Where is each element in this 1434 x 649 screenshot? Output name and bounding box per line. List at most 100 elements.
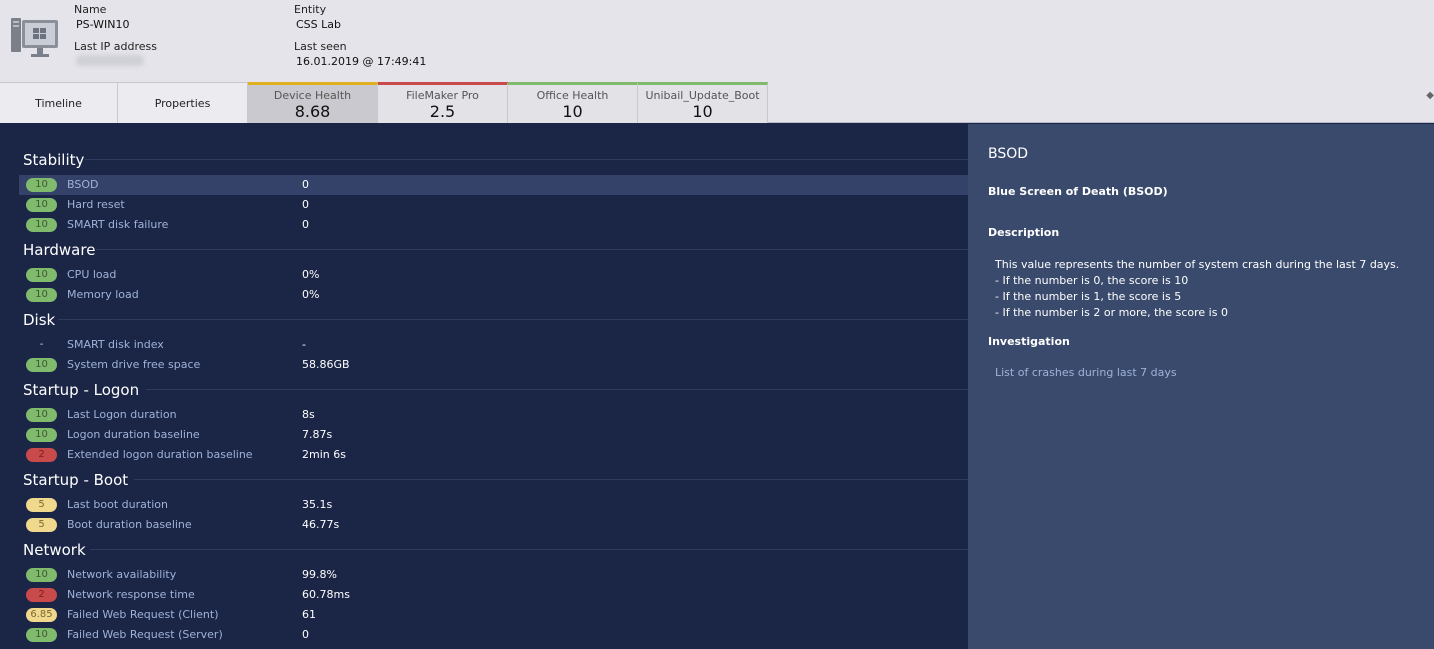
- section-title-hardware: Hardware: [23, 241, 96, 259]
- section-divider: [58, 319, 968, 320]
- tab-bar: Timeline Properties Device Health 8.68 F…: [0, 82, 1434, 123]
- score-badge: 10: [26, 358, 57, 372]
- score-badge: 10: [26, 628, 57, 642]
- detail-subtitle: Blue Screen of Death (BSOD): [988, 185, 1168, 198]
- score-badge: 10: [26, 218, 57, 232]
- metric-row-cpu-load[interactable]: 10 CPU load 0%: [19, 265, 968, 285]
- metric-name: Memory load: [67, 288, 139, 301]
- pin-icon[interactable]: ◆: [1426, 90, 1434, 101]
- tab-filemaker-pro[interactable]: FileMaker Pro 2.5: [378, 82, 508, 123]
- computer-icon: [11, 18, 58, 57]
- section-divider: [85, 159, 968, 160]
- metric-row-smart-disk-failure[interactable]: 10 SMART disk failure 0: [19, 215, 968, 235]
- metric-name: Network response time: [67, 588, 195, 601]
- metric-row-failed-web-request-client[interactable]: 6.85 Failed Web Request (Client) 61: [19, 605, 968, 625]
- metric-value: 99.8%: [302, 568, 337, 581]
- section-title-startup-boot: Startup - Boot: [23, 471, 129, 489]
- score-badge: 10: [26, 408, 57, 422]
- metric-value: 0: [302, 628, 309, 641]
- metric-row-last-boot-duration[interactable]: 5 Last boot duration 35.1s: [19, 495, 968, 515]
- detail-title: BSOD: [988, 146, 1029, 162]
- tab-label: Timeline: [35, 97, 82, 110]
- description-line: - If the number is 1, the score is 5: [995, 290, 1182, 303]
- tab-score: 10: [562, 102, 583, 121]
- metric-value: 35.1s: [302, 498, 333, 511]
- section-title-stability: Stability: [23, 151, 85, 169]
- detail-panel: BSOD Blue Screen of Death (BSOD) Descrip…: [968, 124, 1434, 649]
- score-badge: 10: [26, 198, 57, 212]
- tab-timeline[interactable]: Timeline: [0, 82, 118, 123]
- score-badge: 2: [26, 588, 57, 602]
- metric-value: 2min 6s: [302, 448, 346, 461]
- metric-row-hard-reset[interactable]: 10 Hard reset 0: [19, 195, 968, 215]
- name-label: Name: [74, 3, 107, 16]
- tab-label: Office Health: [536, 89, 609, 102]
- entity-value: CSS Lab: [296, 18, 341, 31]
- metric-value: 7.87s: [302, 428, 333, 441]
- metric-name: SMART disk index: [67, 338, 164, 351]
- investigation-link[interactable]: List of crashes during last 7 days: [995, 366, 1177, 379]
- metric-row-logon-duration-baseline[interactable]: 10 Logon duration baseline 7.87s: [19, 425, 968, 445]
- score-badge: 5: [26, 518, 57, 532]
- metric-name: Last boot duration: [67, 498, 168, 511]
- metric-row-extended-logon-duration-baseline[interactable]: 2 Extended logon duration baseline 2min …: [19, 445, 968, 465]
- tab-label: FileMaker Pro: [406, 89, 479, 102]
- metric-value: 8s: [302, 408, 315, 421]
- tab-score: 10: [692, 102, 713, 121]
- description-line: - If the number is 0, the score is 10: [995, 274, 1189, 287]
- tab-label: Device Health: [273, 89, 352, 102]
- metric-name: Logon duration baseline: [67, 428, 200, 441]
- section-divider: [134, 479, 968, 480]
- tab-unibail-update-boot[interactable]: Unibail_Update_Boot 10: [638, 82, 768, 123]
- investigation-heading: Investigation: [988, 335, 1070, 348]
- metric-name: BSOD: [67, 178, 99, 191]
- score-badge: 10: [26, 268, 57, 282]
- entity-label: Entity: [294, 3, 327, 16]
- metric-value: 46.77s: [302, 518, 340, 531]
- metric-name: System drive free space: [67, 358, 201, 371]
- metric-name: CPU load: [67, 268, 117, 281]
- metrics-list: Stability 10 BSOD 0 10 Hard reset 0 10 S…: [0, 124, 968, 649]
- section-divider: [90, 549, 968, 550]
- section-divider: [146, 389, 968, 390]
- ip-value-redacted: [76, 55, 144, 66]
- metric-value: 0%: [302, 268, 320, 281]
- metric-value: 0: [302, 178, 309, 191]
- device-name: PS-WIN10: [76, 18, 130, 31]
- last-seen-value: 16.01.2019 @ 17:49:41: [296, 55, 427, 68]
- description-line: - If the number is 2 or more, the score …: [995, 306, 1228, 319]
- metric-name: Hard reset: [67, 198, 125, 211]
- metric-name: Network availability: [67, 568, 177, 581]
- ip-label: Last IP address: [74, 40, 157, 53]
- metric-row-system-drive-free-space[interactable]: 10 System drive free space 58.86GB: [19, 355, 968, 375]
- metric-row-failed-web-request-server[interactable]: 10 Failed Web Request (Server) 0: [19, 625, 968, 645]
- section-divider: [96, 249, 968, 250]
- metric-value: 0: [302, 218, 309, 231]
- metric-row-memory-load[interactable]: 10 Memory load 0%: [19, 285, 968, 305]
- metric-value: 0: [302, 198, 309, 211]
- metric-row-boot-duration-baseline[interactable]: 5 Boot duration baseline 46.77s: [19, 515, 968, 535]
- metric-row-bsod[interactable]: 10 BSOD 0: [19, 175, 968, 195]
- metric-row-smart-disk-index[interactable]: - SMART disk index -: [19, 335, 968, 355]
- device-header: Name PS-WIN10 Last IP address Entity CSS…: [0, 0, 1434, 82]
- section-title-startup-logon: Startup - Logon: [23, 381, 140, 399]
- last-seen-label: Last seen: [294, 40, 347, 53]
- tab-score: 8.68: [294, 102, 331, 121]
- tab-properties[interactable]: Properties: [118, 82, 248, 123]
- score-badge: -: [39, 339, 44, 350]
- score-badge: 10: [26, 428, 57, 442]
- tab-label: Unibail_Update_Boot: [645, 89, 760, 102]
- metric-name: SMART disk failure: [67, 218, 169, 231]
- tab-office-health[interactable]: Office Health 10: [508, 82, 638, 123]
- section-title-network: Network: [23, 541, 86, 559]
- metric-row-network-response-time[interactable]: 2 Network response time 60.78ms: [19, 585, 968, 605]
- metric-name: Failed Web Request (Server): [67, 628, 223, 641]
- metric-row-last-logon-duration[interactable]: 10 Last Logon duration 8s: [19, 405, 968, 425]
- score-badge: 10: [26, 568, 57, 582]
- score-badge: 10: [26, 178, 57, 192]
- tab-device-health[interactable]: Device Health 8.68: [248, 82, 378, 123]
- metric-row-network-availability[interactable]: 10 Network availability 99.8%: [19, 565, 968, 585]
- metric-name: Failed Web Request (Client): [67, 608, 219, 621]
- metric-value: 58.86GB: [302, 358, 350, 371]
- description-heading: Description: [988, 226, 1060, 239]
